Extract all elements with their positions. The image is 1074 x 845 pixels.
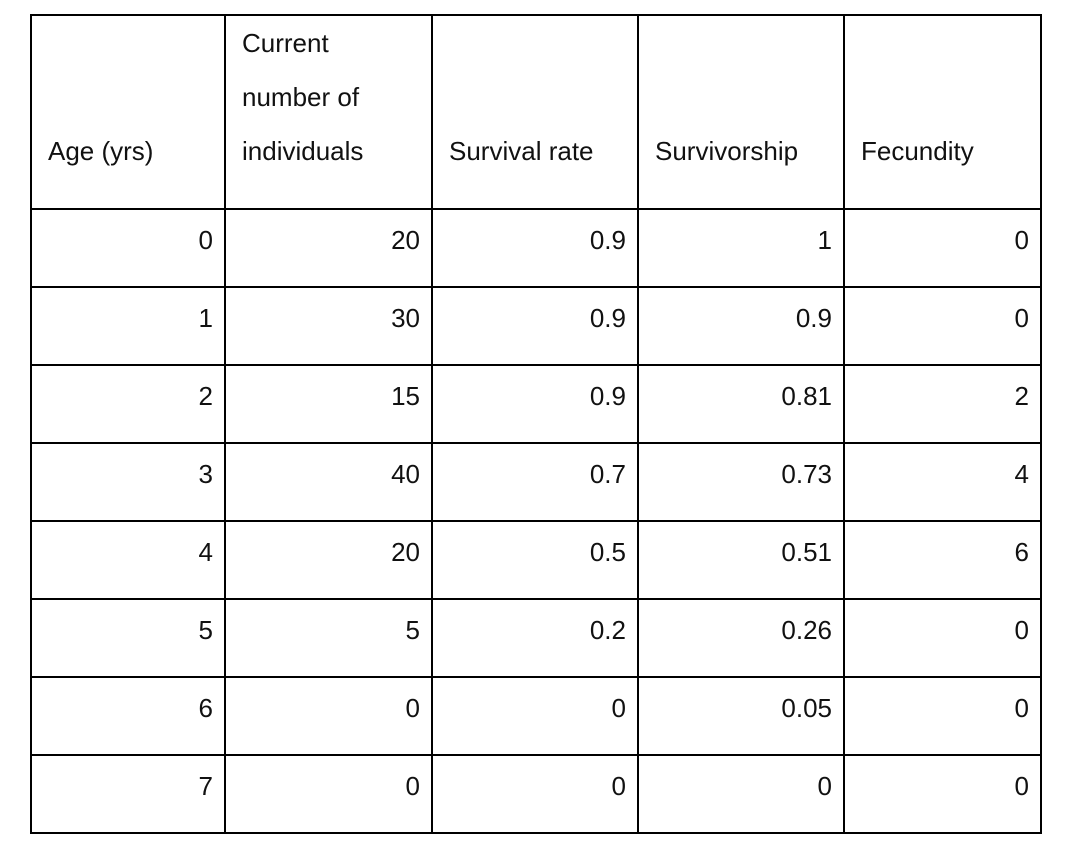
current-number-cell: 0 <box>224 676 433 756</box>
table-row: 1 30 0.9 0.9 0 <box>30 286 1042 366</box>
current-number-cell: 20 <box>224 520 433 600</box>
fecundity-cell: 0 <box>843 208 1042 288</box>
survivorship-cell: 0.05 <box>637 676 845 756</box>
current-number-cell: 0 <box>224 754 433 834</box>
survival-rate-cell: 0.9 <box>431 364 639 444</box>
survivorship-cell: 0.73 <box>637 442 845 522</box>
current-number-cell: 15 <box>224 364 433 444</box>
header-fecundity: Fecundity <box>843 14 1042 210</box>
fecundity-cell: 0 <box>843 676 1042 756</box>
age-cell: 2 <box>30 364 226 444</box>
age-cell: 1 <box>30 286 226 366</box>
survival-rate-cell: 0 <box>431 754 639 834</box>
age-cell: 6 <box>30 676 226 756</box>
survivorship-cell: 1 <box>637 208 845 288</box>
table-body: 0 20 0.9 1 0 1 30 0.9 0.9 0 2 15 0.9 0.81 2 3 40 0.7 0.73 4… <box>30 208 1042 834</box>
fecundity-cell: 0 <box>843 598 1042 678</box>
survival-rate-cell: 0.9 <box>431 286 639 366</box>
age-cell: 3 <box>30 442 226 522</box>
fecundity-cell: 0 <box>843 754 1042 834</box>
header-row: Age (yrs) Current number of individuals … <box>30 14 1042 210</box>
table-row: 2 15 0.9 0.81 2 <box>30 364 1042 444</box>
current-number-cell: 40 <box>224 442 433 522</box>
table-row: 4 20 0.5 0.51 6 <box>30 520 1042 600</box>
survivorship-cell: 0.51 <box>637 520 845 600</box>
survival-rate-cell: 0.9 <box>431 208 639 288</box>
survivorship-cell: 0.26 <box>637 598 845 678</box>
table-row: 5 5 0.2 0.26 0 <box>30 598 1042 678</box>
survivorship-cell: 0.81 <box>637 364 845 444</box>
table-row: 3 40 0.7 0.73 4 <box>30 442 1042 522</box>
survival-rate-cell: 0.2 <box>431 598 639 678</box>
survival-rate-cell: 0.7 <box>431 442 639 522</box>
age-cell: 5 <box>30 598 226 678</box>
life-table: Age (yrs) Current number of individuals … <box>30 14 1042 834</box>
fecundity-cell: 6 <box>843 520 1042 600</box>
survival-rate-cell: 0.5 <box>431 520 639 600</box>
fecundity-cell: 0 <box>843 286 1042 366</box>
fecundity-cell: 4 <box>843 442 1042 522</box>
age-cell: 7 <box>30 754 226 834</box>
survivorship-cell: 0.9 <box>637 286 845 366</box>
header-survival-rate: Survival rate <box>431 14 639 210</box>
current-number-cell: 5 <box>224 598 433 678</box>
table-row: 6 0 0 0.05 0 <box>30 676 1042 756</box>
table-row: 0 20 0.9 1 0 <box>30 208 1042 288</box>
header-current-number: Current number of individuals <box>224 14 433 210</box>
current-number-cell: 30 <box>224 286 433 366</box>
survivorship-cell: 0 <box>637 754 845 834</box>
survival-rate-cell: 0 <box>431 676 639 756</box>
header-age: Age (yrs) <box>30 14 226 210</box>
table-row: 70000 <box>30 754 1042 834</box>
age-cell: 4 <box>30 520 226 600</box>
header-survivorship: Survivorship <box>637 14 845 210</box>
current-number-cell: 20 <box>224 208 433 288</box>
fecundity-cell: 2 <box>843 364 1042 444</box>
age-cell: 0 <box>30 208 226 288</box>
